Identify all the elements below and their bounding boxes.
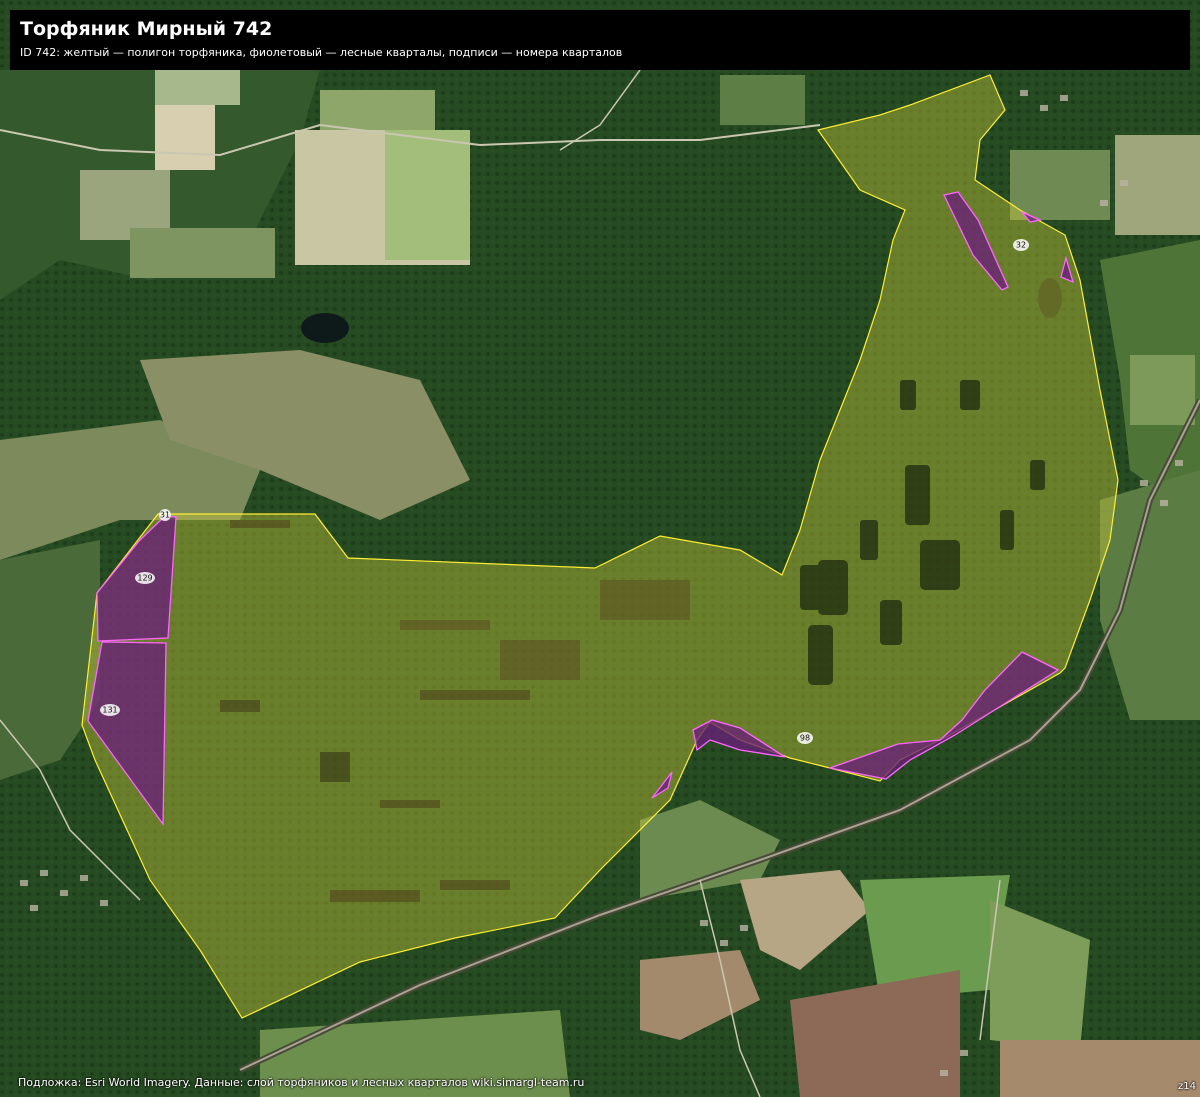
title-panel: Торфяник Мирный 742 ID 742: желтый — пол… — [10, 10, 1190, 70]
quarter-label-31: 31 — [160, 511, 170, 520]
attribution-text: Подложка: Esri World Imagery. Данные: сл… — [18, 1076, 585, 1089]
quarter-label-98: 98 — [800, 734, 810, 743]
satellite-basemap: 31 129 131 32 98 — [0, 0, 1200, 1097]
map-view[interactable]: 31 129 131 32 98 Торфяник Мирный 742 ID … — [0, 0, 1200, 1097]
quarter-label-32: 32 — [1016, 241, 1026, 250]
zoom-level-label: z14 — [1178, 1081, 1196, 1092]
quarter-label-131: 131 — [102, 706, 117, 715]
map-subtitle: ID 742: желтый — полигон торфяника, фиол… — [20, 46, 623, 59]
quarter-label-129: 129 — [137, 574, 152, 583]
map-title: Торфяник Мирный 742 — [20, 18, 273, 40]
